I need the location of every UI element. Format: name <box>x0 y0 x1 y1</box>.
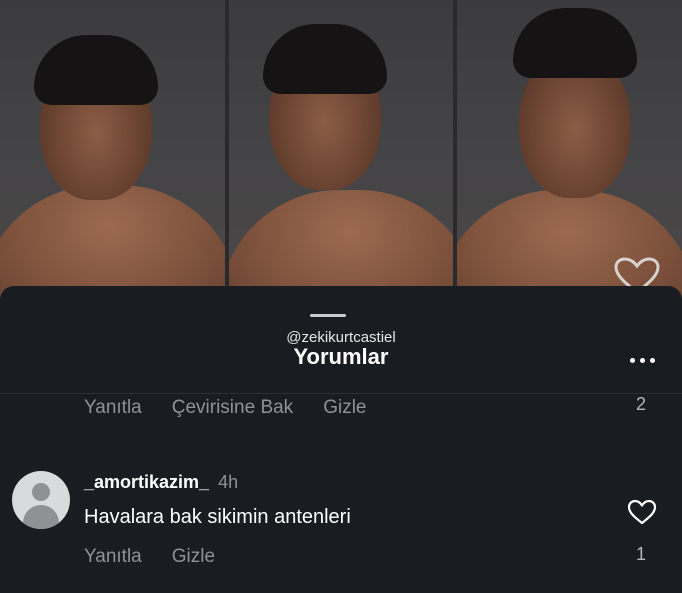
media-panel-right <box>457 0 682 300</box>
see-translation-button[interactable]: Çevirisine Bak <box>172 397 293 419</box>
panel-figure <box>0 185 225 300</box>
more-horizontal-icon <box>629 357 635 363</box>
media-panel-left <box>0 0 225 300</box>
like-count: 2 <box>636 394 647 414</box>
comment-timestamp: 4h <box>218 472 239 492</box>
comments-sheet: @zekikurtcastiel Yorumlar Yanıtla Çeviri… <box>0 286 682 593</box>
comment-text: Havalara bak sikimin antenleri <box>84 506 351 528</box>
like-count: 1 <box>636 544 647 564</box>
more-horizontal-icon <box>639 357 645 363</box>
comment-actions: Yanıtla Gizle <box>84 546 215 568</box>
hide-button[interactable]: Gizle <box>323 397 366 419</box>
sheet-title: Yorumlar <box>293 344 389 369</box>
panel-figure-hair <box>262 24 387 94</box>
panel-figure-hair <box>513 8 638 78</box>
default-avatar-body <box>23 505 59 529</box>
sheet-grabber[interactable] <box>310 314 346 317</box>
comment-username[interactable]: _amortikazim_ <box>84 472 209 492</box>
hide-button[interactable]: Gizle <box>172 546 215 568</box>
video-media[interactable] <box>0 0 682 300</box>
previous-comment-actions: Yanıtla Çevirisine Bak Gizle <box>84 397 366 419</box>
avatar[interactable] <box>12 471 70 529</box>
header-divider <box>0 393 682 394</box>
comment-header: _amortikazim_ 4h <box>84 472 238 493</box>
media-panel-center <box>228 0 454 300</box>
panel-figure <box>228 190 454 300</box>
more-options-button[interactable] <box>622 350 662 370</box>
reply-button[interactable]: Yanıtla <box>84 397 142 419</box>
more-horizontal-icon <box>649 357 655 363</box>
default-avatar-icon <box>32 483 50 501</box>
reply-button[interactable]: Yanıtla <box>84 546 142 568</box>
heart-outline-icon[interactable] <box>626 498 658 526</box>
panel-figure-hair <box>34 35 158 105</box>
